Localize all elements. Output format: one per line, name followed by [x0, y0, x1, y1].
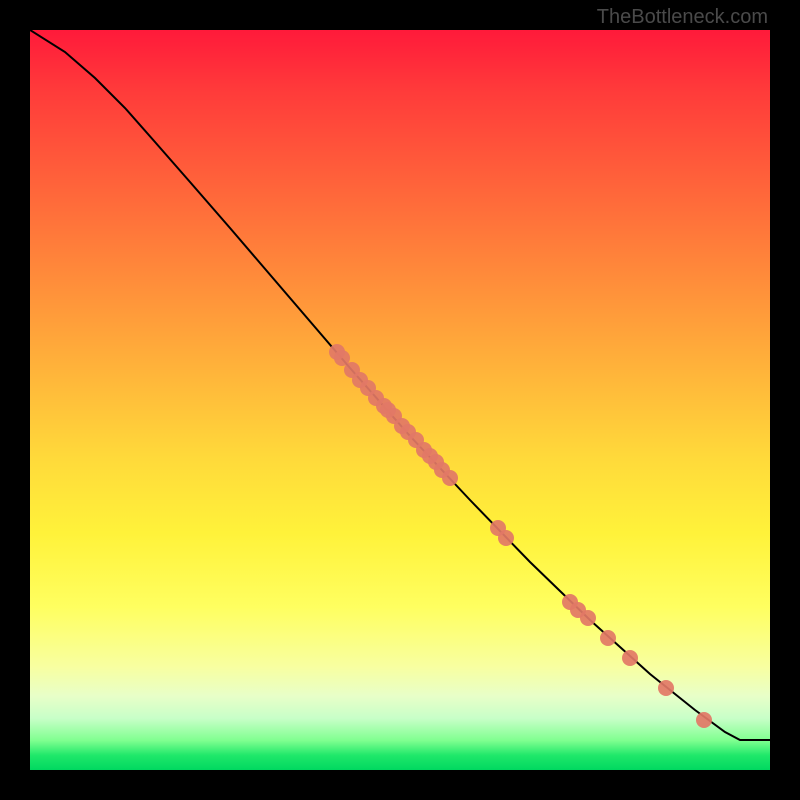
- chart-frame: TheBottleneck.com: [0, 0, 800, 800]
- curve-line: [30, 30, 770, 740]
- data-point: [580, 610, 596, 626]
- gradient-plot-area: [30, 30, 770, 770]
- data-point: [498, 530, 514, 546]
- bottleneck-curve: [30, 30, 770, 740]
- data-point: [658, 680, 674, 696]
- watermark-text: TheBottleneck.com: [597, 6, 768, 29]
- curve-markers: [329, 344, 712, 728]
- data-point: [696, 712, 712, 728]
- curve-svg: [30, 30, 770, 770]
- data-point: [442, 470, 458, 486]
- data-point: [600, 630, 616, 646]
- data-point: [622, 650, 638, 666]
